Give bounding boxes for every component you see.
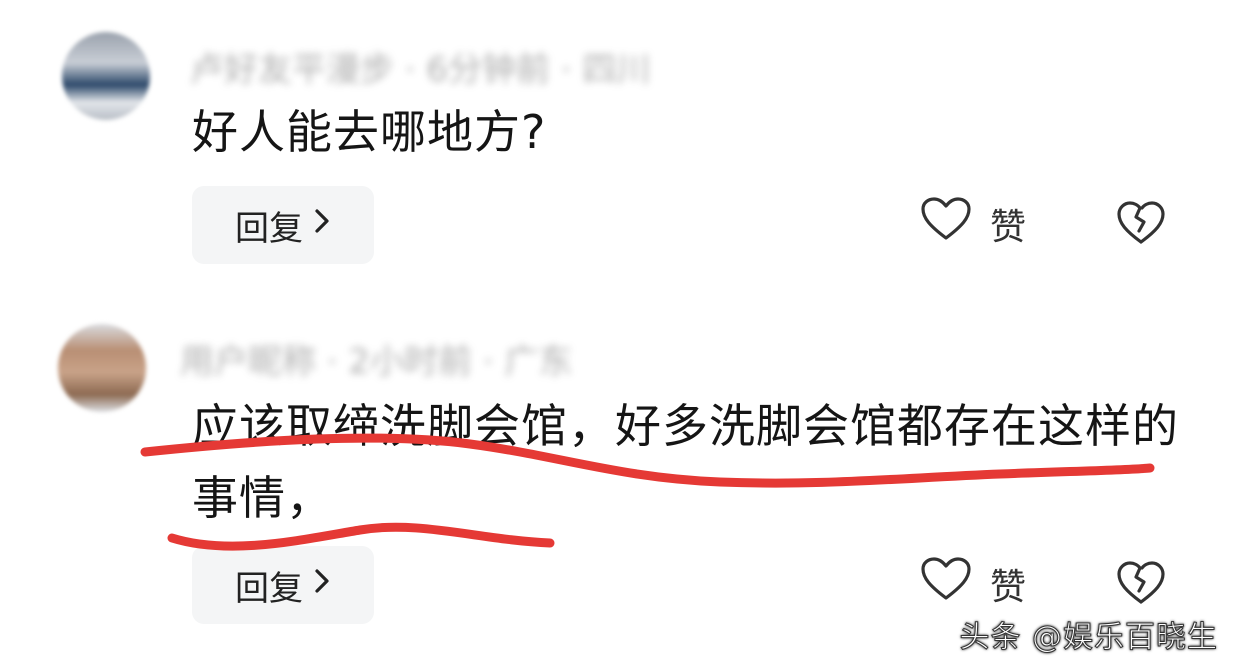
heart-outline-icon [920,196,972,251]
watermark: 头条 @娱乐百晓生 [959,620,1218,656]
reply-button[interactable]: 回复 [192,546,374,624]
heart-outline-icon [920,556,972,611]
chevron-right-icon [313,207,331,242]
reply-label: 回复 [235,208,303,249]
avatar[interactable] [62,32,150,120]
like-button[interactable]: 赞 [920,556,1026,611]
comment-meta-text: 卢好友平漫步 · 6分钟前 · 四川 [190,49,651,90]
like-label: 赞 [990,566,1027,608]
chevron-right-icon [313,567,331,602]
comment-meta: 用户昵称 · 2小时前 · 广东 [180,332,572,384]
dislike-button[interactable] [1116,200,1166,250]
broken-heart-icon [1117,201,1165,244]
comment-meta: 卢好友平漫步 · 6分钟前 · 四川 [190,40,650,92]
like-label: 赞 [990,206,1027,248]
broken-heart-icon [1117,561,1165,604]
comment-text: 好人能去哪地方? [192,105,547,159]
reply-button[interactable]: 回复 [192,186,374,264]
comment-text: 应该取缔洗脚会馆，好多洗脚会馆都存在这样的事情， [192,399,1179,525]
comment-meta-text: 用户昵称 · 2小时前 · 广东 [180,341,573,382]
reply-label: 回复 [235,568,303,609]
like-button[interactable]: 赞 [920,196,1026,251]
avatar[interactable] [58,324,146,412]
dislike-button[interactable] [1116,560,1166,610]
